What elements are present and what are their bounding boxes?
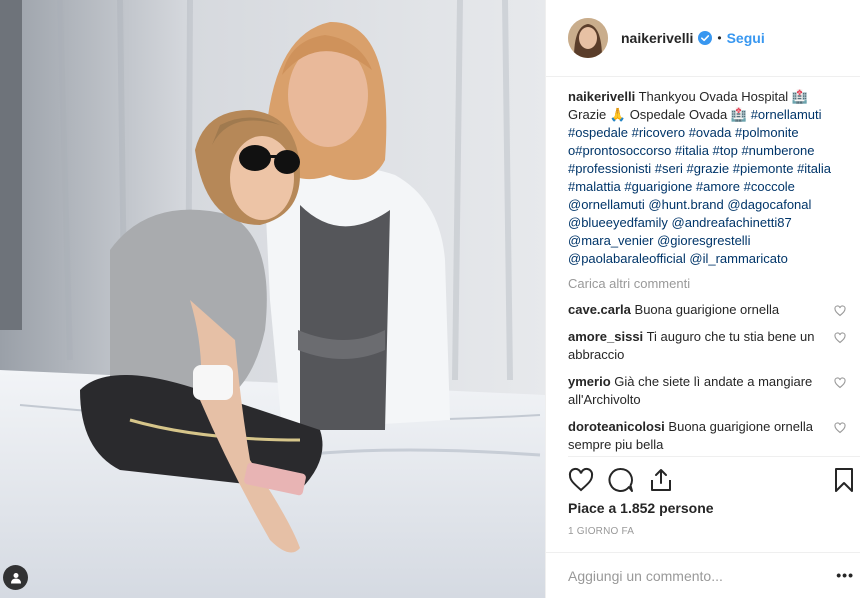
separator-dot: • xyxy=(717,31,722,45)
comment-like-icon[interactable] xyxy=(834,332,846,344)
comment-like-icon[interactable] xyxy=(834,422,846,434)
comment-item: ymerio Già che siete lì andate a mangiar… xyxy=(568,373,846,409)
comment-username[interactable]: ymerio xyxy=(568,374,611,389)
bookmark-icon[interactable] xyxy=(831,467,857,493)
post-username[interactable]: naikerivelli xyxy=(621,30,693,46)
comment-like-icon[interactable] xyxy=(834,305,846,317)
post-date[interactable]: 1 GIORNO FA xyxy=(568,526,634,537)
comment-text: Buona guarigione ornella xyxy=(634,302,780,317)
load-more-comments-button[interactable]: Carica altri commenti xyxy=(568,276,846,291)
comment-item: doroteanicolosi Buona guarigione ornella… xyxy=(568,418,846,454)
photo-illustration xyxy=(0,0,545,598)
post-photo[interactable] xyxy=(0,0,545,598)
heart-icon[interactable] xyxy=(568,467,594,493)
caption-hashtags[interactable]: #ornellamuti #ospedale #ricovero #ovada … xyxy=(568,107,831,266)
post-header: naikerivelli • Segui xyxy=(546,0,860,77)
verified-badge-icon xyxy=(698,31,713,45)
user-tag-icon[interactable] xyxy=(3,565,28,590)
comment-username[interactable]: cave.carla xyxy=(568,302,631,317)
share-icon[interactable] xyxy=(648,467,674,493)
follow-button[interactable]: Segui xyxy=(727,30,765,46)
avatar[interactable] xyxy=(568,18,608,58)
comment-item: cave.carla Buona guarigione ornella xyxy=(568,301,846,319)
caption-username[interactable]: naikerivelli xyxy=(568,89,635,104)
post-actions xyxy=(568,456,860,502)
comment-username[interactable]: amore_sissi xyxy=(568,329,643,344)
comment-item: amore_sissi Ti auguro che tu stia bene u… xyxy=(568,328,846,364)
likes-count[interactable]: Piace a 1.852 persone xyxy=(568,500,714,516)
post-sidebar: naikerivelli • Segui naikerivelli Thanky… xyxy=(545,0,860,598)
add-comment-bar: ••• xyxy=(546,552,860,598)
comment-username[interactable]: doroteanicolosi xyxy=(568,419,665,434)
more-options-icon[interactable]: ••• xyxy=(836,567,854,583)
post-caption: naikerivelli Thankyou Ovada Hospital 🏥 G… xyxy=(568,88,846,268)
comments-list[interactable]: naikerivelli Thankyou Ovada Hospital 🏥 G… xyxy=(568,88,846,456)
comment-icon[interactable] xyxy=(608,467,634,493)
comment-input[interactable] xyxy=(568,567,818,584)
comment-like-icon[interactable] xyxy=(834,377,846,389)
